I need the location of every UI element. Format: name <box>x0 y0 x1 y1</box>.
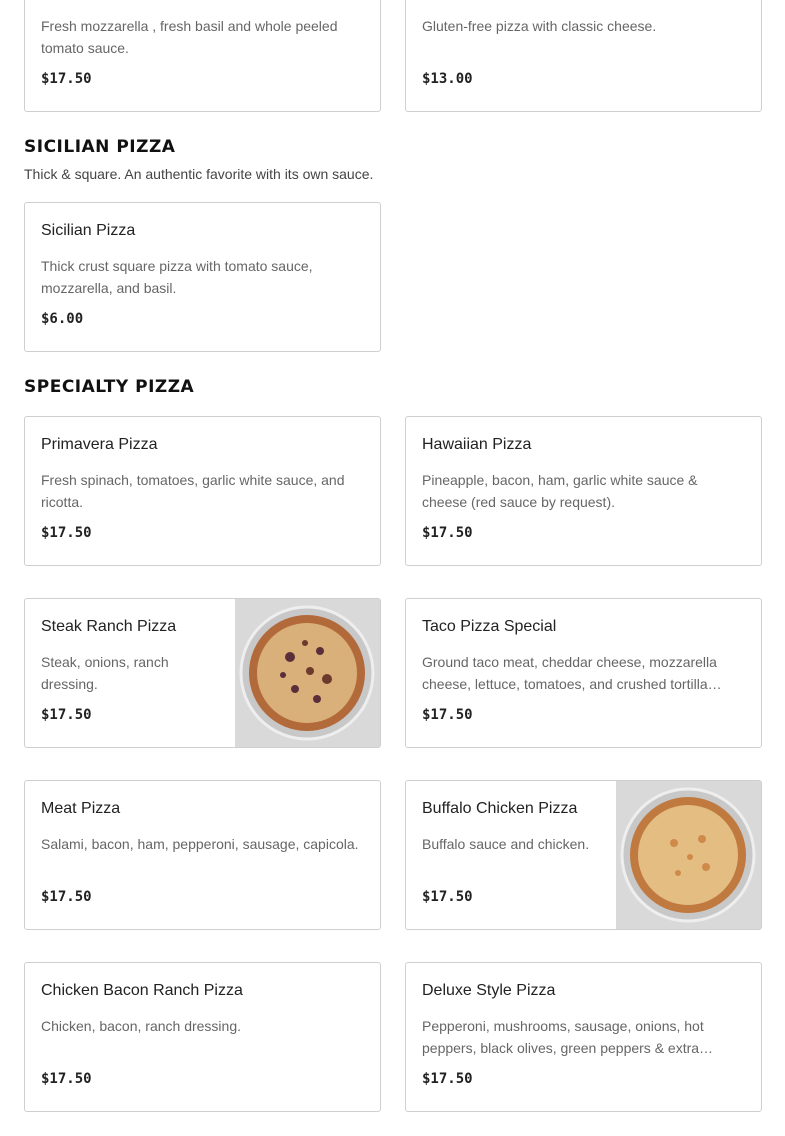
menu-item-card[interactable]: Sicilian Pizza Thick crust square pizza … <box>24 202 381 352</box>
item-description: Pineapple, bacon, ham, garlic white sauc… <box>422 472 698 510</box>
item-description: Fresh spinach, tomatoes, garlic white sa… <box>41 472 345 510</box>
pizza-photo <box>616 781 761 929</box>
item-description: Steak, onions, ranch dressing. <box>41 654 169 692</box>
pizza-photo <box>235 599 380 747</box>
item-description: Ground taco meat, cheddar cheese, mozzar… <box>422 654 717 692</box>
item-name: Sicilian Pizza <box>41 222 136 239</box>
item-description: Chicken, bacon, ranch dressing. <box>41 1018 241 1034</box>
menu-item-card[interactable]: Meat Pizza Salami, bacon, ham, pepperoni… <box>24 780 381 930</box>
item-description: Fresh mozzarella , fresh basil and whole… <box>41 18 338 56</box>
item-price: $17.50 <box>422 525 473 541</box>
menu-item-card[interactable]: Gluten-free pizza with classic cheese. $… <box>405 0 762 112</box>
item-description: Thick crust square pizza with tomato sau… <box>41 258 313 296</box>
menu-item-card[interactable]: Fresh mozzarella , fresh basil and whole… <box>24 0 381 112</box>
section-title-sicilian: SICILIAN PIZZA <box>24 137 176 157</box>
item-description: Pepperoni, mushrooms, sausage, onions, h… <box>422 1018 704 1056</box>
item-price: $17.50 <box>41 707 92 723</box>
item-name: Steak Ranch Pizza <box>41 618 177 635</box>
item-price: $17.50 <box>41 1071 92 1087</box>
menu-item-card[interactable]: Chicken Bacon Ranch Pizza Chicken, bacon… <box>24 962 381 1112</box>
item-description: Buffalo sauce and chicken. <box>422 836 590 852</box>
menu-item-card[interactable]: Hawaiian Pizza Pineapple, bacon, ham, ga… <box>405 416 762 566</box>
item-price: $17.50 <box>422 889 473 905</box>
item-price: $6.00 <box>41 311 84 327</box>
item-description: Salami, bacon, ham, pepperoni, sausage, … <box>41 836 359 852</box>
menu-item-card[interactable]: Deluxe Style Pizza Pepperoni, mushrooms,… <box>405 962 762 1112</box>
item-description: Gluten-free pizza with classic cheese. <box>422 18 657 34</box>
item-price: $17.50 <box>422 1071 473 1087</box>
item-name: Buffalo Chicken Pizza <box>422 800 578 817</box>
section-title-specialty: SPECIALTY PIZZA <box>24 377 195 397</box>
menu-item-card[interactable]: Steak Ranch Pizza Steak, onions, ranch d… <box>24 598 381 748</box>
item-price: $13.00 <box>422 71 473 87</box>
item-name: Hawaiian Pizza <box>422 436 532 453</box>
item-price: $17.50 <box>41 889 92 905</box>
item-price: $17.50 <box>41 525 92 541</box>
menu-item-card[interactable]: Buffalo Chicken Pizza Buffalo sauce and … <box>405 780 762 930</box>
item-name: Taco Pizza Special <box>422 618 557 635</box>
item-price: $17.50 <box>422 707 473 723</box>
item-price: $17.50 <box>41 71 92 87</box>
menu-item-card[interactable]: Primavera Pizza Fresh spinach, tomatoes,… <box>24 416 381 566</box>
item-name: Meat Pizza <box>41 800 121 817</box>
item-name: Chicken Bacon Ranch Pizza <box>41 982 243 999</box>
menu-item-card[interactable]: Taco Pizza Special Ground taco meat, che… <box>405 598 762 748</box>
item-name: Deluxe Style Pizza <box>422 982 556 999</box>
section-subtitle-sicilian: Thick & square. An authentic favorite wi… <box>24 166 374 182</box>
item-name: Primavera Pizza <box>41 436 158 453</box>
